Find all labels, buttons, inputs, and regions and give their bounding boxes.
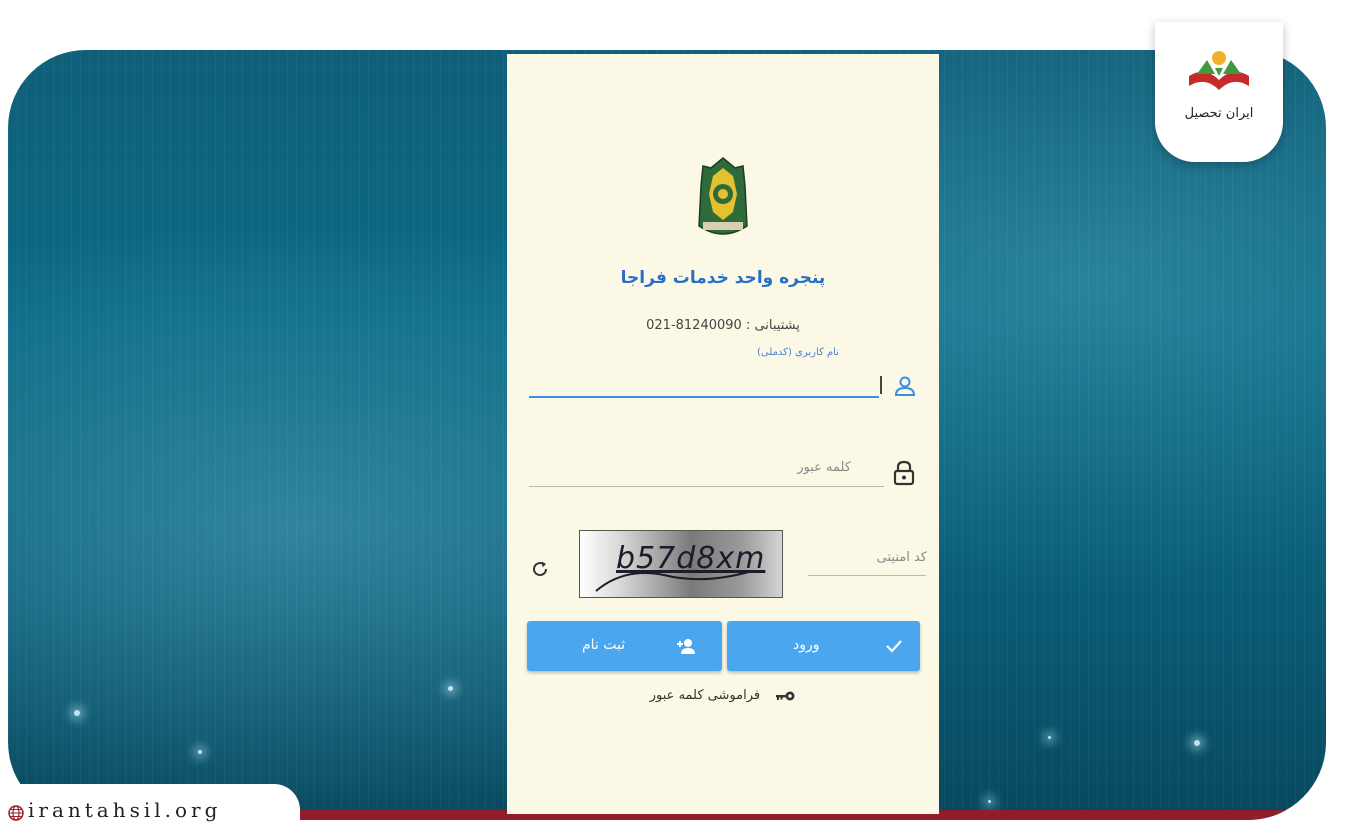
captcha-image: b57d8xm xyxy=(579,530,783,598)
password-placeholder: کلمه عبور xyxy=(797,460,851,475)
brand-logo-icon xyxy=(1189,51,1249,90)
brand-name: ایران تحصیل xyxy=(1184,106,1254,121)
login-button[interactable]: ورود xyxy=(727,621,920,671)
forgot-password-link[interactable]: فراموشی کلمه عبور xyxy=(507,688,939,703)
globe-icon xyxy=(8,805,24,821)
sparkle xyxy=(1048,736,1051,739)
refresh-icon[interactable] xyxy=(531,560,549,578)
sparkle xyxy=(74,710,80,716)
register-button[interactable]: ثبت نام xyxy=(527,621,722,671)
lock-icon xyxy=(893,460,915,486)
forgot-password-label: فراموشی کلمه عبور xyxy=(649,688,761,703)
user-icon xyxy=(894,376,916,396)
register-button-label: ثبت نام xyxy=(582,637,626,653)
watermark: irantahsil.org xyxy=(0,784,300,835)
sparkle xyxy=(988,800,991,803)
sparkle xyxy=(1194,740,1200,746)
login-panel: پنجره واحد خدمات فراجا پشتیبانی : 021-81… xyxy=(507,54,939,814)
support-label: پشتیبانی : xyxy=(745,318,800,333)
password-input[interactable] xyxy=(529,486,884,487)
key-icon xyxy=(776,691,795,700)
security-code-placeholder: کد امنیتی xyxy=(876,550,927,565)
emblem-icon xyxy=(698,157,748,235)
support-phone: 021-81240090 xyxy=(646,318,742,333)
text-caret xyxy=(880,376,882,394)
captcha-text: b57d8xm xyxy=(616,541,766,576)
page-title: پنجره واحد خدمات فراجا xyxy=(620,268,826,288)
check-icon xyxy=(886,640,902,653)
sparkle xyxy=(448,686,453,691)
support-info: پشتیبانی : 021-81240090 xyxy=(507,318,939,333)
sparkle xyxy=(198,750,202,754)
brand-badge: ایران تحصیل xyxy=(1155,22,1283,162)
security-code-input[interactable] xyxy=(808,575,926,576)
watermark-text: irantahsil.org xyxy=(28,798,222,822)
username-label: نام کاربری (کدملی) xyxy=(757,347,839,358)
username-input[interactable] xyxy=(529,396,879,398)
add-user-icon xyxy=(677,639,695,654)
login-button-label: ورود xyxy=(793,637,820,653)
